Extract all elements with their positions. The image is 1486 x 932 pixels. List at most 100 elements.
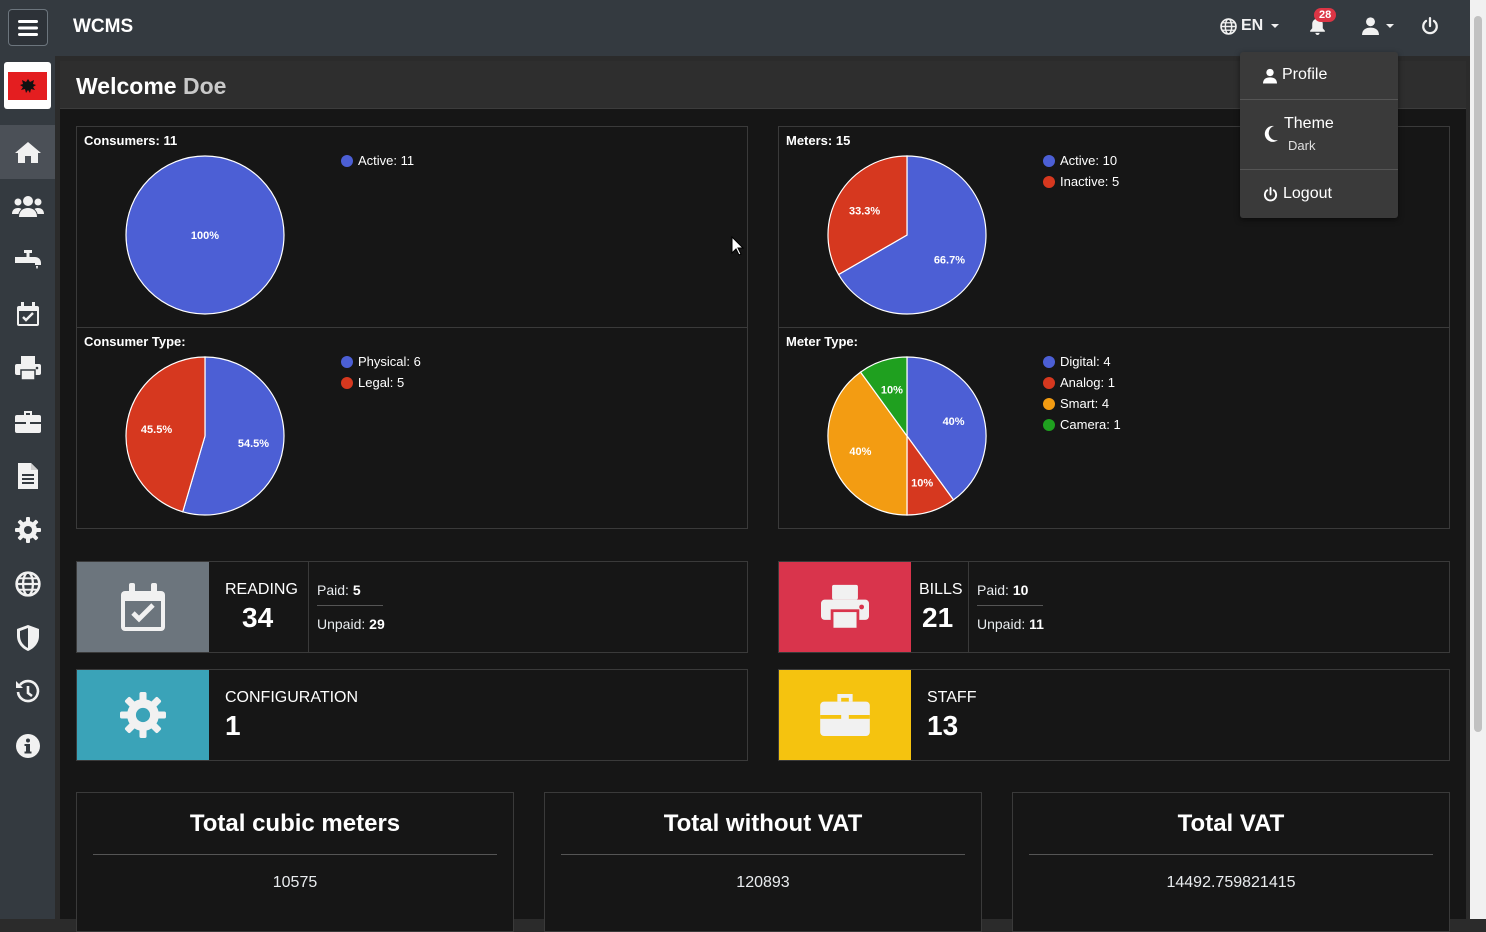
legend-item[interactable]: Physical: 6 bbox=[341, 351, 421, 372]
legend-swatch bbox=[1043, 154, 1055, 167]
legend-swatch bbox=[1043, 418, 1055, 431]
divider bbox=[1240, 99, 1398, 100]
calendar-check-icon bbox=[121, 583, 165, 631]
logout-menu-item[interactable]: Logout bbox=[1240, 185, 1398, 203]
bills-value: 21 bbox=[922, 602, 954, 633]
consumers-chart: Consumers: 11 100% Active: 11 bbox=[76, 126, 748, 328]
history-icon bbox=[15, 679, 39, 703]
profile-menu-item[interactable]: Profile bbox=[1240, 66, 1398, 84]
paid-row: Paid: 10 bbox=[977, 562, 1043, 606]
staff-icon-box bbox=[779, 670, 911, 760]
paid-row: Paid: 5 bbox=[317, 562, 383, 606]
divider bbox=[1029, 854, 1433, 855]
sidebar-item-home[interactable] bbox=[0, 125, 55, 179]
chart-title: Consumers: 11 bbox=[84, 133, 178, 148]
unpaid-value: 29 bbox=[369, 616, 385, 632]
configuration-icon-box bbox=[77, 670, 209, 760]
sidebar-item-history[interactable] bbox=[0, 665, 55, 719]
pie-slice-label: 10% bbox=[881, 384, 903, 396]
legend-item[interactable]: Active: 10 bbox=[1043, 150, 1119, 171]
mouse-cursor-icon bbox=[731, 236, 745, 256]
total-without-vat-card: Total without VAT 120893 bbox=[544, 792, 982, 932]
total-value: 10575 bbox=[272, 874, 318, 891]
legend-item[interactable]: Inactive: 5 bbox=[1043, 171, 1119, 192]
sidebar-item-consumers[interactable] bbox=[0, 179, 55, 233]
theme-label: Theme bbox=[1284, 115, 1334, 132]
legend-item[interactable]: Smart: 4 bbox=[1043, 393, 1121, 414]
meter-type-chart: Meter Type: 40% 10% 40% 10% Digital: 4 Analo… bbox=[778, 327, 1450, 529]
bills-label: BILLS bbox=[919, 581, 963, 598]
gear-icon bbox=[120, 692, 166, 738]
legend-label: Digital: 4 bbox=[1060, 354, 1111, 369]
legend-label: Active: 11 bbox=[358, 153, 415, 168]
pie-slice-label: 33.3% bbox=[849, 206, 880, 218]
legend-item[interactable]: Analog: 1 bbox=[1043, 372, 1121, 393]
albania-flag-icon bbox=[8, 71, 47, 100]
user-menu-toggle[interactable] bbox=[1362, 17, 1394, 35]
country-flag[interactable] bbox=[4, 62, 51, 109]
user-icon bbox=[1362, 17, 1379, 35]
bills-icon-box bbox=[779, 562, 911, 652]
printer-icon bbox=[821, 584, 869, 630]
meter-type-pie: 40% 10% 40% 10% bbox=[827, 356, 987, 516]
configuration-value: 1 bbox=[225, 710, 241, 741]
brand-title[interactable]: WCMS bbox=[73, 16, 133, 38]
sidebar-item-staff[interactable] bbox=[0, 395, 55, 449]
staff-label: STAFF bbox=[927, 689, 977, 706]
legend-item[interactable]: Active: 11 bbox=[341, 150, 414, 171]
legend-swatch bbox=[1043, 355, 1055, 368]
legend-item[interactable]: Camera: 1 bbox=[1043, 414, 1121, 435]
divider bbox=[561, 854, 965, 855]
legend-swatch bbox=[1043, 376, 1055, 389]
legend-label: Active: 10 bbox=[1060, 153, 1118, 168]
chart-legend: Active: 10 Inactive: 5 bbox=[1043, 150, 1119, 192]
document-icon bbox=[17, 463, 38, 489]
sidebar-item-info[interactable] bbox=[0, 719, 55, 773]
sidebar-item-security[interactable] bbox=[0, 611, 55, 665]
legend-item[interactable]: Legal: 5 bbox=[341, 372, 421, 393]
pie-slice-label: 40% bbox=[849, 446, 871, 458]
theme-menu-item[interactable]: Theme Dark bbox=[1240, 115, 1398, 153]
chevron-down-icon bbox=[1386, 24, 1394, 28]
hamburger-menu-button[interactable] bbox=[8, 9, 48, 46]
sidebar-item-languages[interactable] bbox=[0, 557, 55, 611]
scrollbar-thumb[interactable] bbox=[1474, 16, 1482, 732]
meters-pie: 66.7% 33.3% bbox=[827, 155, 987, 315]
sidebar-item-meters[interactable] bbox=[0, 233, 55, 287]
sidebar-item-bills[interactable] bbox=[0, 341, 55, 395]
globe-icon bbox=[1220, 17, 1237, 35]
sidebar-item-reports[interactable] bbox=[0, 449, 55, 503]
bills-stat-card[interactable]: BILLS 21 Paid: 10 Unpaid: 11 bbox=[778, 561, 1450, 653]
divider bbox=[1240, 169, 1398, 170]
unpaid-value: 11 bbox=[1029, 616, 1044, 632]
configuration-stat-card[interactable]: CONFIGURATION 1 bbox=[76, 669, 748, 761]
staff-stat-card[interactable]: STAFF 13 bbox=[778, 669, 1450, 761]
page-scrollbar[interactable] bbox=[1470, 0, 1486, 919]
info-icon bbox=[15, 734, 40, 758]
welcome-username: Doe bbox=[182, 73, 227, 99]
legend-label: Camera: 1 bbox=[1060, 417, 1121, 432]
moon-icon bbox=[1264, 125, 1278, 142]
total-value: 120893 bbox=[736, 874, 790, 891]
legend-item[interactable]: Digital: 4 bbox=[1043, 351, 1121, 372]
logout-label: Logout bbox=[1283, 185, 1332, 202]
consumers-pie: 100% bbox=[125, 155, 285, 315]
total-cubic-meters-card: Total cubic meters 10575 bbox=[76, 792, 514, 932]
sidebar-item-readings[interactable] bbox=[0, 287, 55, 341]
power-button[interactable] bbox=[1421, 17, 1439, 40]
unpaid-row: Unpaid: 29 bbox=[317, 606, 385, 632]
briefcase-icon bbox=[820, 694, 870, 736]
home-icon bbox=[14, 142, 41, 163]
pie-slice-label: 40% bbox=[943, 416, 965, 428]
reading-icon-box bbox=[77, 562, 209, 652]
reading-stat-card[interactable]: READING 34 Paid: 5 Unpaid: 29 bbox=[76, 561, 748, 653]
sidebar-item-settings[interactable] bbox=[0, 503, 55, 557]
legend-swatch bbox=[1043, 397, 1055, 410]
legend-swatch bbox=[1043, 175, 1055, 188]
pie-slice-label: 66.7% bbox=[934, 254, 965, 266]
language-dropdown[interactable]: EN bbox=[1220, 17, 1280, 35]
reading-label: READING bbox=[225, 581, 298, 598]
pie-slice-label: 54.5% bbox=[238, 438, 269, 450]
users-icon bbox=[11, 196, 44, 217]
total-title: Total cubic meters bbox=[189, 810, 401, 837]
